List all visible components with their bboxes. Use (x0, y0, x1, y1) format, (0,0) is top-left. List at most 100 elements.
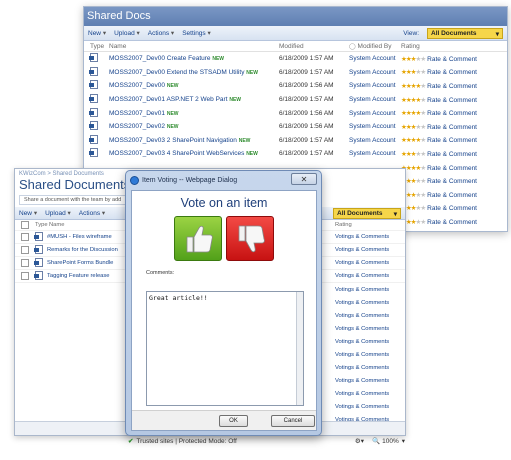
cancel-button[interactable]: Cancel (271, 415, 315, 427)
votings-comments-link[interactable]: Votings & Comments (335, 378, 389, 384)
votings-comments-link[interactable]: Votings & Comments (335, 300, 389, 306)
doc-name-cell: MOSS2007_Dev00 NEW (109, 82, 279, 89)
rate-comment-link[interactable]: Rate & Comment (427, 97, 477, 104)
select-all-checkbox[interactable] (21, 221, 29, 229)
votings-comments-link[interactable]: Votings & Comments (335, 352, 389, 358)
doc-row[interactable]: MOSS2007_Dev00 Extend the STSADM Utility… (84, 66, 507, 80)
row-checkbox[interactable] (21, 233, 29, 241)
kw-doc-name[interactable]: Remarks for the Discussion (47, 247, 137, 253)
column-name[interactable]: Name (109, 43, 279, 50)
rate-comment-link[interactable]: Rate & Comment (427, 110, 477, 117)
rate-comment-link[interactable]: Rate & Comment (427, 178, 477, 185)
close-button[interactable]: ✕ (291, 173, 317, 185)
star-rating-icon[interactable]: ★★★★★ (401, 110, 426, 117)
doc-name-link[interactable]: MOSS2007_Dev01 ASP.NET 2 Web Part (109, 96, 228, 103)
doc-modified-by[interactable]: System Account (349, 123, 401, 130)
star-rating-icon[interactable]: ★★★★★ (401, 69, 426, 76)
votings-comments-link[interactable]: Votings & Comments (335, 287, 389, 293)
view-select[interactable]: All Documents (427, 27, 503, 39)
zoom-level[interactable]: 100% (382, 438, 399, 445)
doc-row[interactable]: MOSS2007_Dev02 NEW 6/18/2009 1:56 AM Syste… (84, 120, 507, 134)
row-checkbox[interactable] (21, 259, 29, 267)
rate-comment-link[interactable]: Rate & Comment (427, 56, 477, 63)
row-checkbox[interactable] (21, 246, 29, 254)
upload-menu[interactable]: Upload (114, 29, 140, 37)
security-zone[interactable]: Trusted sites | Protected Mode: Off (136, 438, 236, 445)
votings-comments-link[interactable]: Votings & Comments (335, 391, 389, 397)
votings-comments-link[interactable]: Votings & Comments (335, 339, 389, 345)
star-rating-icon[interactable]: ★★★★★ (401, 151, 426, 158)
kw-column-type[interactable]: Type (35, 222, 49, 228)
votings-comments-link[interactable]: Votings & Comments (335, 273, 389, 279)
kw-doc-name[interactable]: #MUSH - Files wireframe (47, 234, 137, 240)
ie-icon (130, 175, 139, 185)
column-modified-by[interactable]: ◯ Modified By (349, 43, 401, 50)
doc-row[interactable]: MOSS2007_Dev00 Create Feature NEW 6/18/20… (84, 52, 507, 66)
star-rating-icon[interactable]: ★★★★★ (401, 97, 426, 104)
doc-modified-by[interactable]: System Account (349, 110, 401, 117)
votings-comments-link[interactable]: Votings & Comments (335, 247, 389, 253)
rate-comment-link[interactable]: Rate & Comment (427, 192, 477, 199)
actions-menu[interactable]: Actions (148, 29, 174, 37)
kw-actions-menu[interactable]: Actions (79, 209, 105, 217)
doc-name-link[interactable]: MOSS2007_Dev01 (109, 110, 165, 117)
doc-name-link[interactable]: MOSS2007_Dev03 4 SharePoint WebServices (109, 150, 244, 157)
doc-type-cell (34, 244, 47, 256)
doc-modified-by[interactable]: System Account (349, 55, 401, 62)
vote-down-button[interactable] (226, 216, 274, 261)
doc-modified-by[interactable]: System Account (349, 150, 401, 157)
kw-doc-name[interactable]: Tagging Feature release (47, 273, 137, 279)
kw-view-select[interactable]: All Documents (333, 207, 401, 219)
doc-name-link[interactable]: MOSS2007_Dev03 2 SharePoint Navigation (109, 137, 237, 144)
doc-modified-by[interactable]: System Account (349, 96, 401, 103)
new-menu[interactable]: New (88, 29, 106, 37)
doc-modified-by[interactable]: System Account (349, 69, 401, 76)
rate-comment-link[interactable]: Rate & Comment (427, 137, 477, 144)
star-rating-icon[interactable]: ★★★★★ (401, 124, 426, 131)
kw-new-menu[interactable]: New (19, 209, 37, 217)
doc-name-link[interactable]: MOSS2007_Dev00 Extend the STSADM Utility (109, 69, 244, 76)
column-type[interactable]: Type (84, 43, 109, 50)
ok-button[interactable]: OK (219, 415, 248, 427)
zoom-dropdown-icon[interactable]: ▾ (402, 437, 405, 445)
doc-row[interactable]: MOSS2007_Dev03 2 SharePoint Navigation N… (84, 134, 507, 148)
settings-menu[interactable]: Settings (182, 29, 211, 37)
rate-comment-link[interactable]: Rate & Comment (427, 219, 477, 226)
votings-comments-link[interactable]: Votings & Comments (335, 313, 389, 319)
votings-comments-link[interactable]: Votings & Comments (335, 326, 389, 332)
comments-scrollbar[interactable] (296, 292, 303, 405)
vote-up-button[interactable] (174, 216, 222, 261)
doc-name-link[interactable]: MOSS2007_Dev00 (109, 82, 165, 89)
column-modified[interactable]: Modified (279, 43, 349, 50)
votings-comments-link[interactable]: Votings & Comments (335, 365, 389, 371)
star-rating-icon[interactable]: ★★★★★ (401, 56, 426, 63)
doc-name-link[interactable]: MOSS2007_Dev02 (109, 123, 165, 130)
rate-comment-link[interactable]: Rate & Comment (427, 151, 477, 158)
doc-row[interactable]: MOSS2007_Dev01 ASP.NET 2 Web Part NEW 6/1… (84, 93, 507, 107)
votings-comments-link[interactable]: Votings & Comments (335, 260, 389, 266)
votings-comments-link[interactable]: Votings & Comments (335, 404, 389, 410)
rate-comment-link[interactable]: Rate & Comment (427, 124, 477, 131)
rate-comment-link[interactable]: Rate & Comment (427, 69, 477, 76)
doc-row[interactable]: MOSS2007_Dev00 NEW 6/18/2009 1:56 AM Syste… (84, 79, 507, 93)
zone-icon[interactable]: ⚙▾ (355, 437, 364, 445)
dialog-footer: OK Cancel (132, 410, 316, 430)
kw-doc-name[interactable]: SharePoint Forms Bundle (47, 260, 137, 266)
dialog-body: Vote on an item Comments: Great article!… (131, 190, 317, 431)
doc-modified-by[interactable]: System Account (349, 137, 401, 144)
rate-comment-link[interactable]: Rate & Comment (427, 205, 477, 212)
comments-textarea[interactable]: Great article!! (146, 291, 304, 406)
kw-upload-menu[interactable]: Upload (45, 209, 71, 217)
doc-row[interactable]: MOSS2007_Dev01 NEW 6/18/2009 1:56 AM Syste… (84, 106, 507, 120)
rate-comment-link[interactable]: Rate & Comment (427, 83, 477, 90)
column-rating[interactable]: Rating (401, 43, 507, 50)
star-rating-icon[interactable]: ★★★★★ (401, 137, 426, 144)
votings-comments-link[interactable]: Votings & Comments (335, 234, 389, 240)
doc-row[interactable]: MOSS2007_Dev03 4 SharePoint WebServices … (84, 147, 507, 161)
doc-modified-by[interactable]: System Account (349, 82, 401, 89)
star-rating-icon[interactable]: ★★★★★ (401, 83, 426, 90)
kw-column-rating[interactable]: Rating (335, 222, 352, 228)
doc-name-link[interactable]: MOSS2007_Dev00 Create Feature (109, 55, 211, 62)
rate-comment-link[interactable]: Rate & Comment (427, 165, 477, 172)
row-checkbox[interactable] (21, 272, 29, 280)
